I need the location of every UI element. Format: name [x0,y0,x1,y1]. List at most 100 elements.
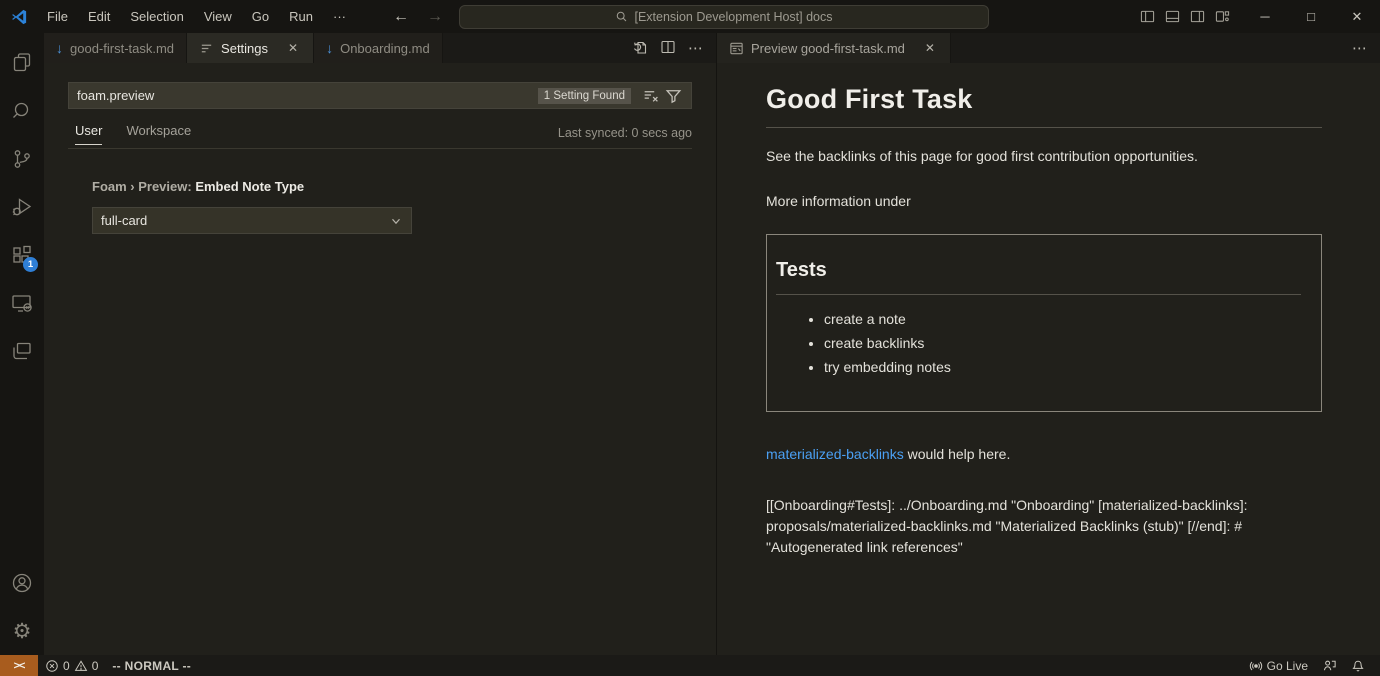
settings-scope-row: User Workspace Last synced: 0 secs ago [68,119,692,149]
tab-settings[interactable]: Settings ✕ [187,33,314,63]
results-count-badge: 1 Setting Found [538,88,631,104]
menu-more[interactable]: ··· [324,5,355,28]
warning-count: 0 [92,659,99,673]
source-control-icon[interactable] [0,135,44,183]
error-count: 0 [63,659,70,673]
setting-title: Foam › Preview: Embed Note Type [92,179,692,194]
markdown-file-icon: ↓ [326,41,333,55]
close-tab-icon[interactable]: ✕ [922,40,938,56]
windows-panel-icon[interactable] [0,327,44,375]
setting-category: Foam › Preview: [92,179,195,194]
forward-icon[interactable]: → [425,8,445,26]
embedded-note-card: Tests create a note create backlinks try… [766,234,1322,412]
tab-good-first-task[interactable]: ↓ good-first-task.md [44,33,187,63]
minimize-button[interactable]: ─ [1242,0,1288,33]
scope-tab-user[interactable]: User [75,123,102,145]
preview-link-line: materialized-backlinks would help here. [766,444,1322,465]
embed-note-type-select[interactable]: full-card [92,207,412,234]
explorer-icon[interactable] [0,39,44,87]
go-live-label: Go Live [1267,659,1308,673]
page-title: Good First Task [766,84,1322,128]
menu-go[interactable]: Go [243,5,278,28]
broadcast-icon [1249,659,1263,673]
tab-label: Onboarding.md [340,41,430,56]
go-live-button[interactable]: Go Live [1242,655,1315,676]
remote-indicator[interactable]: >< [0,655,38,676]
search-icon [615,10,628,23]
menu-file[interactable]: File [38,5,77,28]
markdown-preview-icon [729,41,744,56]
toggle-panel-icon[interactable] [1165,9,1180,24]
preview-paragraph: More information under [766,191,1322,212]
titlebar: File Edit Selection View Go Run ··· ← → … [0,0,1380,33]
tab-bar-spacer [443,33,620,63]
customize-layout-icon[interactable] [1215,9,1230,24]
list-item: create a note [824,311,1301,327]
error-icon [45,659,59,673]
extensions-icon[interactable]: 1 [0,231,44,279]
setting-embed-note-type: Foam › Preview: Embed Note Type full-car… [92,179,692,234]
settings-search-input[interactable] [77,88,538,103]
tab-bar-spacer [951,33,1340,63]
tab-label: Preview good-first-task.md [751,41,905,56]
tab-preview-good-first-task[interactable]: Preview good-first-task.md ✕ [717,33,951,63]
menu-view[interactable]: View [195,5,241,28]
more-actions-icon[interactable]: ⋯ [1352,39,1368,57]
toggle-primary-sidebar-icon[interactable] [1140,9,1155,24]
list-item: create backlinks [824,335,1301,351]
clear-search-filters-icon[interactable] [639,85,662,106]
list-item: try embedding notes [824,359,1301,375]
tab-bar-right: Preview good-first-task.md ✕ ⋯ [717,33,1380,63]
tab-bar-left: ↓ good-first-task.md Settings ✕ ↓ Onboar… [44,33,716,63]
notifications-bell-icon[interactable] [1344,655,1372,676]
markdown-preview-pane: Good First Task See the backlinks of thi… [717,63,1380,655]
search-view-icon[interactable] [0,87,44,135]
editor-group-settings: ↓ good-first-task.md Settings ✕ ↓ Onboar… [44,33,716,655]
materialized-backlinks-link[interactable]: materialized-backlinks [766,446,904,462]
settings-editor-icon [199,41,214,56]
link-suffix-text: would help here. [904,446,1011,462]
link-references-text: [[Onboarding#Tests]: ../Onboarding.md "O… [766,495,1271,558]
more-actions-icon[interactable]: ⋯ [688,39,704,57]
manage-gear-icon[interactable]: ⚙ [0,607,44,655]
markdown-file-icon: ↓ [56,41,63,55]
tab-label: good-first-task.md [70,41,174,56]
warning-icon [74,659,88,673]
close-window-button[interactable]: ✕ [1334,0,1380,33]
command-center-search[interactable]: [Extension Development Host] docs [459,5,989,29]
menu-edit[interactable]: Edit [79,5,119,28]
vim-mode-indicator[interactable]: -- NORMAL -- [105,655,198,676]
problems-indicator[interactable]: 0 0 [38,655,105,676]
maximize-button[interactable]: □ [1288,0,1334,33]
tab-label: Settings [221,41,268,56]
menu-run[interactable]: Run [280,5,322,28]
account-icon[interactable] [0,559,44,607]
extensions-badge: 1 [23,257,38,272]
embedded-note-title: Tests [776,259,1301,295]
filter-settings-icon[interactable] [662,85,685,106]
scope-tab-workspace[interactable]: Workspace [126,123,191,144]
settings-search-box: 1 Setting Found [68,82,692,109]
remote-explorer-icon[interactable] [0,279,44,327]
run-debug-icon[interactable] [0,183,44,231]
window-title: [Extension Development Host] docs [634,10,832,24]
last-synced-label: Last synced: 0 secs ago [558,126,692,142]
activity-bar: 1 ⚙ [0,33,44,655]
back-icon[interactable]: ← [391,8,411,26]
embedded-note-list: create a note create backlinks try embed… [824,311,1301,375]
toggle-secondary-sidebar-icon[interactable] [1190,9,1205,24]
editor-group-preview: Preview good-first-task.md ✕ ⋯ Good Firs… [716,33,1380,655]
vscode-logo-icon [8,6,30,28]
selected-option: full-card [101,213,389,228]
setting-name: Embed Note Type [195,179,304,194]
vscode-window: File Edit Selection View Go Run ··· ← → … [0,0,1380,676]
close-tab-icon[interactable]: ✕ [285,40,301,56]
menu-selection[interactable]: Selection [121,5,192,28]
open-settings-json-icon[interactable] [632,39,648,58]
settings-editor: 1 Setting Found User Workspace Last sync… [44,63,716,655]
chevron-down-icon [389,214,403,228]
split-editor-icon[interactable] [660,39,676,58]
live-share-icon[interactable] [1315,655,1344,676]
status-bar: >< 0 0 -- NORMAL -- Go Live [0,655,1380,676]
tab-onboarding[interactable]: ↓ Onboarding.md [314,33,443,63]
